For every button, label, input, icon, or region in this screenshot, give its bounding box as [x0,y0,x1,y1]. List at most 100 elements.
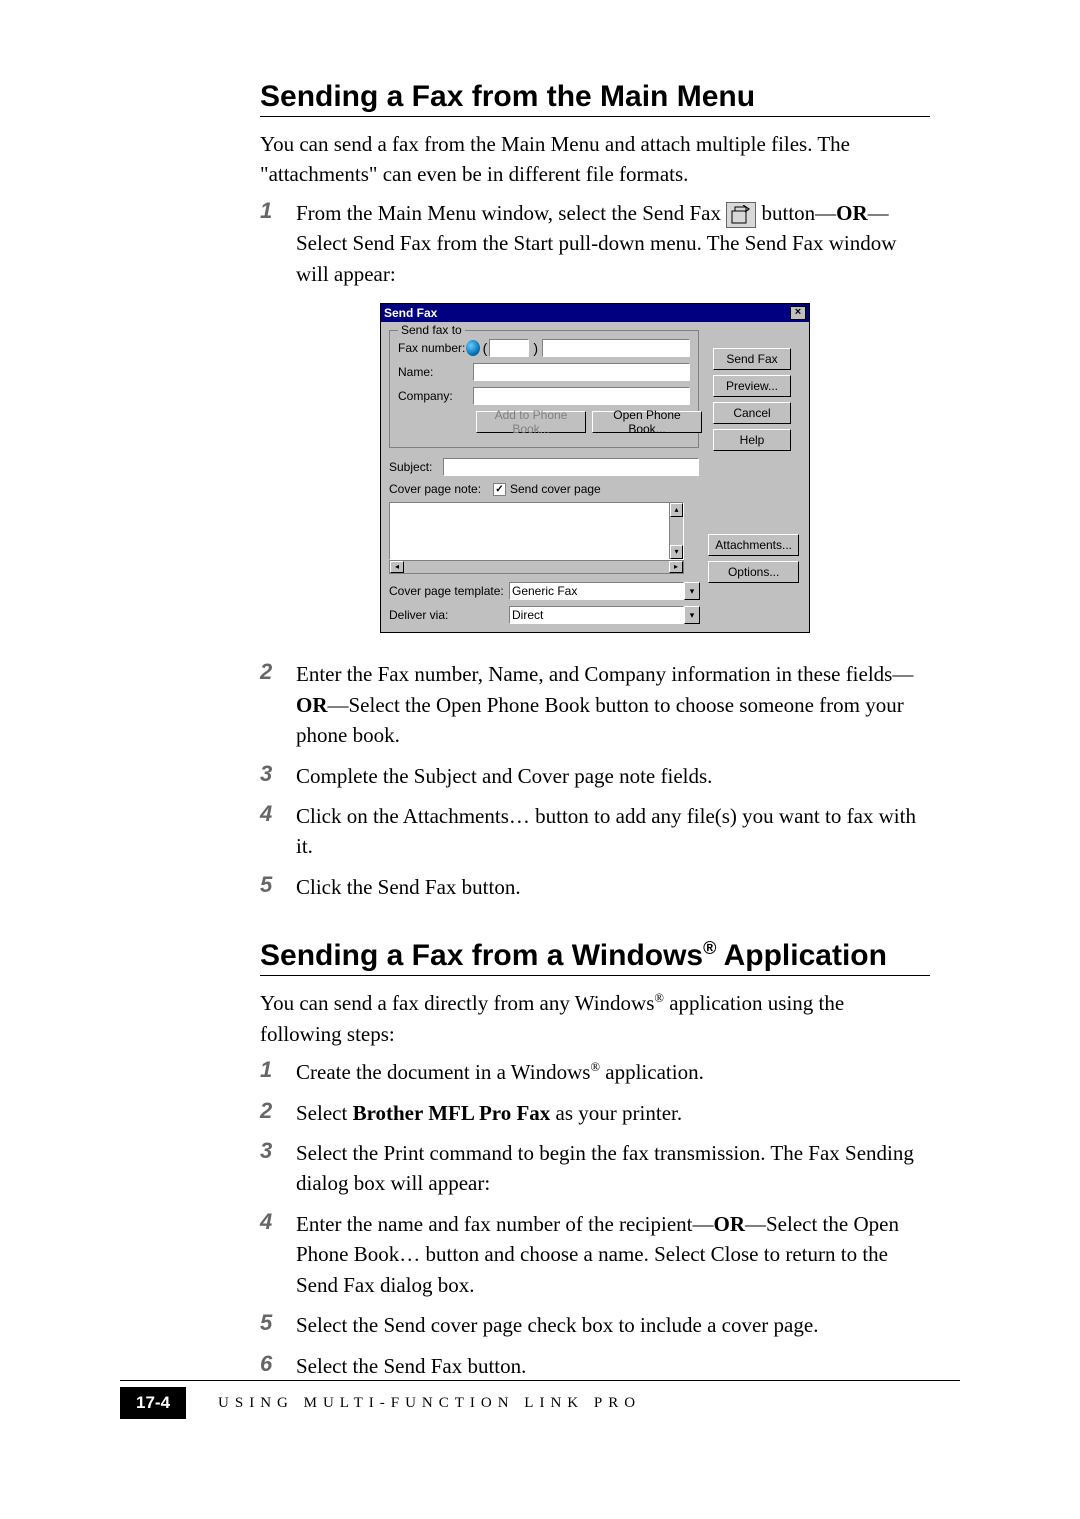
fax-number-label: Fax number: [398,341,466,355]
group-title: Send fax to [398,323,465,337]
text: Enter the Fax number, Name, and Company … [296,662,913,686]
page-footer: 17-4 USING MULTI-FUNCTION LINK PRO [120,1380,960,1419]
company-label: Company: [398,389,473,403]
open-phone-book-button[interactable]: Open Phone Book... [592,411,702,433]
scroll-down-icon[interactable]: ▾ [670,545,683,559]
step-text: Click the Send Fax button. [296,872,930,902]
s1-step-4: 4 Click on the Attachments… button to ad… [260,801,930,862]
template-combo[interactable]: ▾ [509,582,700,600]
paren: ) [533,340,538,356]
step-num: 1 [260,1057,296,1083]
deliver-combo[interactable]: ▾ [509,606,700,624]
s1-step-5: 5 Click the Send Fax button. [260,872,930,902]
s1-step-2: 2 Enter the Fax number, Name, and Compan… [260,659,930,750]
dialog-title: Send Fax [384,306,437,320]
scroll-up-icon[interactable]: ▴ [670,503,683,517]
step-num: 3 [260,761,296,787]
text: application. [600,1060,704,1084]
send-cover-checkbox[interactable]: ✓ Send cover page [493,482,601,496]
step-text: Enter the name and fax number of the rec… [296,1209,930,1300]
company-input[interactable] [473,387,690,405]
step-text: Enter the Fax number, Name, and Company … [296,659,930,750]
help-button[interactable]: Help [713,429,791,451]
s2-step-5: 5 Select the Send cover page check box t… [260,1310,930,1340]
intro-1: You can send a fax from the Main Menu an… [260,129,930,190]
add-phone-book-button: Add to Phone Book... [476,411,586,433]
step-text: Create the document in a Windows® applic… [296,1057,930,1087]
step-num: 2 [260,659,296,685]
intro-2: You can send a fax directly from any Win… [260,988,930,1049]
step-num: 2 [260,1098,296,1124]
step-num: 4 [260,1209,296,1235]
text: OR [836,201,868,225]
template-value[interactable] [509,582,684,600]
template-label: Cover page template: [389,584,509,598]
s1-step-1: 1 From the Main Menu window, select the … [260,198,930,289]
step-num: 6 [260,1351,296,1377]
chapter-title: USING MULTI-FUNCTION LINK PRO [218,1395,641,1412]
options-button[interactable]: Options... [708,561,799,583]
name-label: Name: [398,365,473,379]
chevron-down-icon[interactable]: ▾ [684,606,700,624]
section-heading-1: Sending a Fax from the Main Menu [260,80,930,117]
area-code-input[interactable] [489,339,529,357]
text: Create the document in a Windows [296,1060,590,1084]
scroll-right-icon[interactable]: ▸ [669,561,683,573]
s2-step-2: 2 Select Brother MFL Pro Fax as your pri… [260,1098,930,1128]
step-num: 1 [260,198,296,224]
s1-step-3: 3 Complete the Subject and Cover page no… [260,761,930,791]
step-text: Complete the Subject and Cover page note… [296,761,930,791]
dialog-titlebar: Send Fax × [381,304,809,322]
text: Application [716,939,887,972]
send-fax-button[interactable]: Send Fax [713,348,791,370]
cover-note-textarea[interactable]: ▴ ▾ [389,502,684,560]
vertical-scrollbar[interactable]: ▴ ▾ [669,503,683,559]
step-num: 3 [260,1138,296,1164]
text: Sending a Fax from a Windows [260,939,703,972]
step-text: Select the Send Fax button. [296,1351,930,1381]
text: Select [296,1101,353,1125]
step-text: Select Brother MFL Pro Fax as your print… [296,1098,930,1128]
step-num: 4 [260,801,296,827]
s2-step-6: 6 Select the Send Fax button. [260,1351,930,1381]
s2-step-3: 3 Select the Print command to begin the … [260,1138,930,1199]
scroll-left-icon[interactable]: ◂ [390,561,404,573]
text: You can send a fax directly from any Win… [260,991,654,1015]
check-icon: ✓ [493,483,506,496]
registered-mark: ® [654,991,664,1005]
chevron-down-icon[interactable]: ▾ [684,582,700,600]
s2-step-1: 1 Create the document in a Windows® appl… [260,1057,930,1087]
horizontal-scrollbar[interactable]: ◂ ▸ [389,560,684,574]
page-number: 17-4 [120,1387,186,1419]
name-input[interactable] [473,363,690,381]
send-fax-icon [726,202,756,228]
globe-icon[interactable] [466,340,480,356]
subject-label: Subject: [389,460,443,474]
text: as your printer. [550,1101,682,1125]
s2-step-4: 4 Enter the name and fax number of the r… [260,1209,930,1300]
text: Enter the name and fax number of the rec… [296,1212,714,1236]
cancel-button[interactable]: Cancel [713,402,791,424]
step-num: 5 [260,1310,296,1336]
step-text: Click on the Attachments… button to add … [296,801,930,862]
registered-mark: ® [590,1060,600,1074]
deliver-value[interactable] [509,606,684,624]
preview-button[interactable]: Preview... [713,375,791,397]
step-num: 5 [260,872,296,898]
section-heading-2: Sending a Fax from a Windows® Applicatio… [260,938,930,976]
paren: ( [483,340,488,356]
text: Brother MFL Pro Fax [353,1101,551,1125]
deliver-label: Deliver via: [389,608,509,622]
send-fax-to-group: Send fax to Fax number: ( ) Name: [389,330,699,448]
subject-input[interactable] [443,458,699,476]
step-text: From the Main Menu window, select the Se… [296,198,930,289]
text: button— [762,201,837,225]
fax-number-input[interactable] [542,339,690,357]
text: OR [296,693,328,717]
step-text: Select the Send cover page check box to … [296,1310,930,1340]
registered-mark: ® [703,938,716,958]
cover-note-label: Cover page note: [389,482,493,496]
close-icon[interactable]: × [790,306,806,320]
attachments-button[interactable]: Attachments... [708,534,799,556]
text: OR [714,1212,746,1236]
